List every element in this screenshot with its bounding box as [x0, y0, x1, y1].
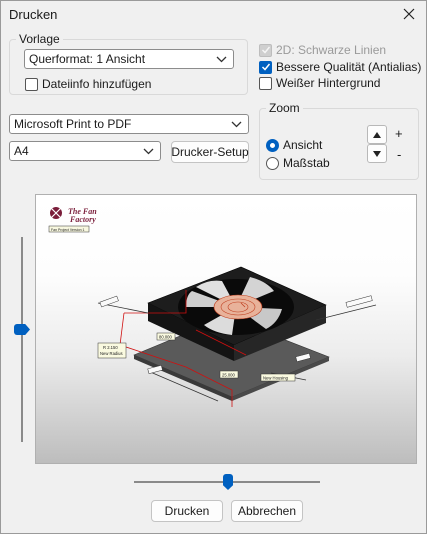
dim-radius-name: New Radius	[100, 351, 123, 356]
schwarze-linien-checkbox[interactable]: 2D: Schwarze Linien	[259, 43, 386, 57]
dateiinfo-label: Dateiinfo hinzufügen	[42, 77, 152, 91]
dateiinfo-checkbox[interactable]: Dateiinfo hinzufügen	[25, 77, 151, 91]
triangle-down-icon	[373, 150, 381, 157]
dim-housing: New Housing	[263, 376, 289, 381]
ansicht-label: Ansicht	[283, 138, 323, 152]
massstab-radio-dot[interactable]	[266, 156, 279, 170]
window-title: Drucken	[9, 7, 58, 22]
horizontal-slider-thumb[interactable]	[223, 474, 233, 490]
chevron-down-icon	[143, 148, 154, 155]
cancel-button[interactable]: Abbrechen	[231, 500, 303, 522]
close-icon	[403, 8, 415, 20]
vertical-slider-thumb[interactable]	[14, 324, 30, 335]
hintergrund-checkbox[interactable]: Weißer Hintergrund	[259, 76, 380, 90]
ansicht-radio[interactable]: Ansicht	[266, 138, 322, 152]
zoom-down-button[interactable]	[367, 144, 387, 163]
template-select[interactable]: Querformat: 1 Ansicht	[24, 49, 234, 69]
chevron-down-icon	[216, 56, 227, 63]
printer-setup-button[interactable]: Drucker-Setup	[171, 141, 249, 163]
zoom-minus-label: -	[397, 147, 402, 162]
logo: The Fan Factory Fan Project Version 1	[48, 206, 97, 233]
logo-line2: Factory	[69, 215, 96, 224]
template-select-value: Querformat: 1 Ansicht	[29, 52, 146, 66]
dim-radius: R 2.150	[103, 345, 118, 350]
dim-depth: 25.000	[222, 373, 235, 378]
project-tag: Fan Project Version 1	[51, 228, 85, 232]
dim-width: 80.000	[159, 335, 172, 340]
print-button-label: Drucken	[164, 504, 210, 518]
massstab-radio[interactable]: Maßstab	[266, 156, 330, 170]
ansicht-radio-dot[interactable]	[266, 138, 279, 152]
print-preview: The Fan Factory Fan Project Version 1 R …	[35, 194, 417, 464]
preview-drawing: The Fan Factory Fan Project Version 1 R …	[48, 206, 377, 407]
schwarze-linien-label: 2D: Schwarze Linien	[276, 43, 387, 57]
title-bar: Drucken	[1, 1, 426, 29]
zoom-label: Zoom	[266, 101, 303, 115]
checkmark-icon	[261, 63, 270, 71]
printer-select[interactable]: Microsoft Print to PDF	[9, 114, 249, 134]
triangle-up-icon	[373, 131, 381, 138]
vorlage-label: Vorlage	[16, 32, 63, 46]
print-dialog: Drucken Vorlage Querformat: 1 Ansicht Da…	[0, 0, 427, 534]
close-button[interactable]	[396, 3, 422, 25]
qualitaet-checkbox-box[interactable]	[259, 60, 272, 74]
zoom-up-button[interactable]	[367, 125, 387, 144]
dateiinfo-checkbox-box[interactable]	[25, 77, 38, 91]
schwarze-linien-checkbox-box[interactable]	[259, 43, 272, 57]
qualitaet-checkbox[interactable]: Bessere Qualität (Antialias)	[259, 60, 421, 74]
hintergrund-checkbox-box[interactable]	[259, 76, 272, 90]
chevron-down-icon	[231, 121, 242, 128]
massstab-label: Maßstab	[283, 156, 330, 170]
vertical-slider-track[interactable]	[21, 237, 23, 442]
checkmark-icon	[261, 46, 270, 54]
printer-select-value: Microsoft Print to PDF	[14, 117, 132, 131]
printer-setup-label: Drucker-Setup	[171, 145, 249, 159]
hintergrund-label: Weißer Hintergrund	[276, 76, 381, 90]
print-button[interactable]: Drucken	[151, 500, 223, 522]
cancel-button-label: Abbrechen	[237, 504, 297, 518]
zoom-plus-label: +	[395, 126, 403, 141]
paper-select[interactable]: A4	[9, 141, 161, 161]
paper-select-value: A4	[14, 144, 29, 158]
qualitaet-label: Bessere Qualität (Antialias)	[276, 60, 422, 74]
